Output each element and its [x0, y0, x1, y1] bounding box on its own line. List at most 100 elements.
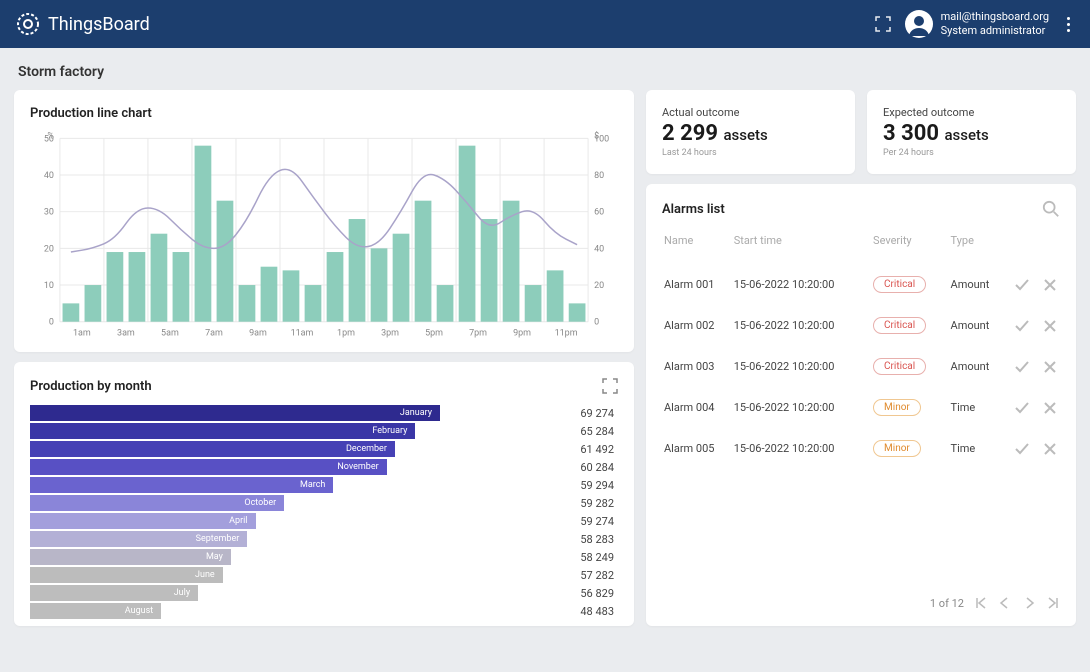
brand-logo[interactable]: ThingsBoard: [16, 12, 150, 36]
prod-month-bar: May: [30, 549, 231, 565]
fullscreen-icon[interactable]: [875, 16, 891, 32]
svg-text:3am: 3am: [117, 329, 135, 339]
actual-outcome-value: 2 299: [662, 121, 718, 146]
avatar-icon: [905, 10, 933, 38]
actual-outcome-sub: Last 24 hours: [662, 148, 839, 158]
severity-pill: Critical: [873, 317, 926, 334]
prod-month-bar: April: [30, 513, 256, 529]
prod-month-value: 59 282: [440, 497, 618, 510]
prod-month-bar: October: [30, 495, 284, 511]
severity-pill: Minor: [873, 440, 921, 457]
actual-outcome-unit: assets: [723, 126, 767, 144]
line-chart-canvas: 01020304050020406080100%$1am3am5am7am9am…: [30, 131, 618, 343]
svg-text:20: 20: [594, 281, 604, 291]
alarm-row[interactable]: Alarm 00115-06-2022 10:20:00CriticalAmou…: [664, 265, 1058, 304]
pager-last-icon[interactable]: [1046, 596, 1060, 610]
svg-text:5am: 5am: [161, 329, 179, 339]
prod-month-row: July56 829: [30, 584, 618, 602]
severity-pill: Critical: [873, 358, 926, 375]
svg-text:3pm: 3pm: [381, 329, 399, 339]
alarm-start: 15-06-2022 10:20:00: [734, 347, 871, 386]
alarms-card: Alarms list Name Start time Severity Typ…: [646, 184, 1076, 626]
close-icon[interactable]: [1042, 441, 1058, 457]
alarm-start: 15-06-2022 10:20:00: [734, 306, 871, 345]
alarm-start: 15-06-2022 10:20:00: [734, 429, 871, 468]
expected-outcome-unit: assets: [944, 126, 988, 144]
line-chart-title: Production line chart: [30, 106, 618, 121]
col-type: Type: [951, 234, 1012, 263]
ack-icon[interactable]: [1014, 441, 1030, 457]
prod-month-value: 57 282: [440, 569, 618, 582]
severity-pill: Critical: [873, 276, 926, 293]
pager-prev-icon[interactable]: [998, 596, 1012, 610]
close-icon[interactable]: [1042, 359, 1058, 375]
line-chart-card: Production line chart 010203040500204060…: [14, 90, 634, 352]
pager-first-icon[interactable]: [974, 596, 988, 610]
alarm-row[interactable]: Alarm 00215-06-2022 10:20:00Critical Amou…: [664, 306, 1058, 345]
actual-outcome-card: Actual outcome 2 299 assets Last 24 hour…: [646, 90, 855, 174]
app-header: ThingsBoard mail@thingsboard.org System …: [0, 0, 1090, 48]
svg-text:7pm: 7pm: [469, 329, 487, 339]
prod-month-bar: September: [30, 531, 247, 547]
user-menu[interactable]: mail@thingsboard.org System administrato…: [905, 10, 1049, 39]
svg-text:1pm: 1pm: [337, 329, 355, 339]
search-icon[interactable]: [1042, 200, 1060, 218]
expand-icon[interactable]: [602, 378, 618, 394]
prod-month-value: 69 274: [440, 407, 618, 420]
alarm-row[interactable]: Alarm 00515-06-2022 10:20:00Minor Time: [664, 429, 1058, 468]
expected-outcome-label: Expected outcome: [883, 106, 1060, 119]
alarm-name: Alarm 002: [664, 306, 732, 345]
alarm-row[interactable]: Alarm 00315-06-2022 10:20:00Critical Amou…: [664, 347, 1058, 386]
production-month-card: Production by month January69 274Februar…: [14, 362, 634, 626]
svg-text:40: 40: [594, 244, 604, 254]
alarm-type: Amount: [951, 306, 1012, 345]
svg-text:11am: 11am: [291, 329, 314, 339]
prod-month-bar: August: [30, 603, 161, 619]
svg-text:9pm: 9pm: [513, 329, 531, 339]
alarm-name: Alarm 001: [664, 265, 732, 304]
svg-text:20: 20: [44, 244, 54, 254]
prod-month-bar: July: [30, 585, 198, 601]
close-icon[interactable]: [1042, 318, 1058, 334]
svg-text:7am: 7am: [205, 329, 223, 339]
prod-month-row: January69 274: [30, 404, 618, 422]
close-icon[interactable]: [1042, 400, 1058, 416]
ack-icon[interactable]: [1014, 277, 1030, 293]
prod-month-bar: November: [30, 459, 387, 475]
svg-text:$: $: [594, 131, 599, 141]
alarm-name: Alarm 003: [664, 347, 732, 386]
close-icon[interactable]: [1042, 277, 1058, 293]
svg-text:10: 10: [44, 281, 54, 291]
ack-icon[interactable]: [1014, 359, 1030, 375]
expected-outcome-card: Expected outcome 3 300 assets Per 24 hou…: [867, 90, 1076, 174]
alarm-type: Time: [951, 429, 1012, 468]
alarm-start: 15-06-2022 10:20:00: [734, 388, 871, 427]
prod-month-value: 59 294: [440, 479, 618, 492]
more-menu-icon[interactable]: [1063, 13, 1074, 36]
alarm-type: Amount: [951, 265, 1012, 304]
prod-month-row: June57 282: [30, 566, 618, 584]
pager-next-icon[interactable]: [1022, 596, 1036, 610]
prod-month-value: 65 284: [440, 425, 618, 438]
ack-icon[interactable]: [1014, 400, 1030, 416]
alarm-name: Alarm 005: [664, 429, 732, 468]
prod-month-bar: February: [30, 423, 415, 439]
col-name: Name: [664, 234, 732, 263]
prod-month-row: September58 283: [30, 530, 618, 548]
alarm-row[interactable]: Alarm 00415-06-2022 10:20:00MinorTime: [664, 388, 1058, 427]
svg-text:40: 40: [44, 171, 54, 181]
alarms-title: Alarms list: [662, 202, 1042, 217]
pager-text: 1 of 12: [930, 597, 964, 610]
svg-text:9am: 9am: [249, 329, 267, 339]
expected-outcome-sub: Per 24 hours: [883, 148, 1060, 158]
ack-icon[interactable]: [1014, 318, 1030, 334]
prod-month-value: 59 274: [440, 515, 618, 528]
prod-month-value: 48 483: [440, 605, 618, 618]
production-month-title: Production by month: [30, 379, 602, 394]
alarm-type: Amount: [951, 347, 1012, 386]
prod-month-row: February 65 284: [30, 422, 618, 440]
alarm-name: Alarm 004: [664, 388, 732, 427]
prod-month-row: October 59 282: [30, 494, 618, 512]
alarms-table: Name Start time Severity Type Alarm 0011…: [662, 232, 1060, 470]
prod-month-row: May58 249: [30, 548, 618, 566]
